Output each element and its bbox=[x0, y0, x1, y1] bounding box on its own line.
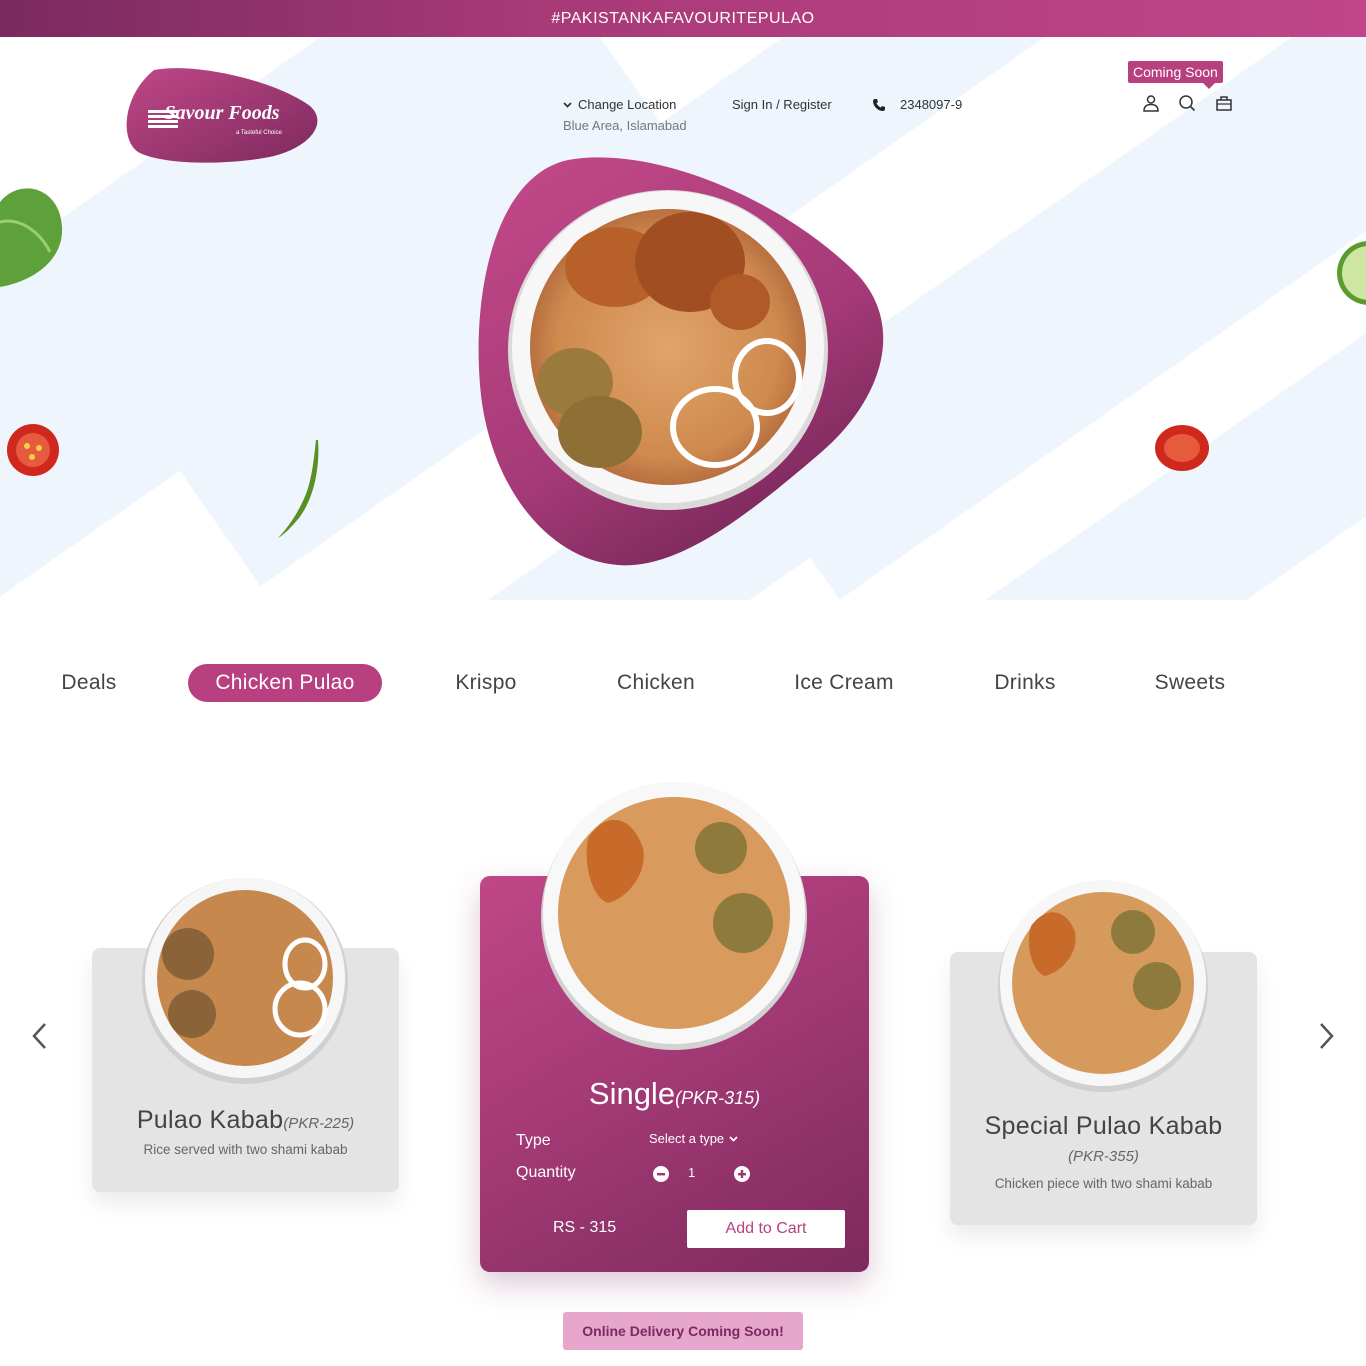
logo-tagline: a Tasteful Choice bbox=[236, 130, 282, 136]
total-price: RS - 315 bbox=[553, 1219, 617, 1236]
tab-chicken-pulao[interactable]: Chicken Pulao bbox=[188, 664, 382, 702]
account-button[interactable] bbox=[1142, 94, 1162, 114]
current-location: Blue Area, Islamabad bbox=[563, 118, 687, 133]
single-pulao-plate-image bbox=[541, 782, 807, 1050]
phone-icon bbox=[873, 98, 885, 111]
special-pulao-kabab-plate-image bbox=[998, 880, 1208, 1092]
phone-link[interactable]: 2348097-9 bbox=[872, 97, 962, 112]
cart-button[interactable] bbox=[1215, 94, 1235, 114]
cucumber-slice-image bbox=[1337, 241, 1366, 305]
plus-icon bbox=[738, 1170, 746, 1178]
product-price: (PKR-355) bbox=[1068, 1148, 1139, 1165]
search-icon bbox=[1179, 95, 1196, 112]
pulao-kabab-plate-image bbox=[142, 878, 348, 1084]
promo-banner-text: #PAKISTANKAFAVOURITEPULAO bbox=[551, 9, 815, 27]
product-description: Chicken piece with two shami kabab bbox=[994, 1176, 1213, 1191]
tomato-left-image bbox=[7, 424, 59, 476]
product-name: Single bbox=[588, 1076, 676, 1111]
green-chili-image bbox=[278, 440, 319, 538]
change-location-label: Change Location bbox=[578, 97, 677, 112]
change-location-button[interactable]: Change Location bbox=[563, 97, 676, 112]
product-title: Single(PKR-315) bbox=[480, 1076, 869, 1112]
quantity-label: Quantity bbox=[516, 1164, 576, 1181]
search-button[interactable] bbox=[1178, 94, 1198, 114]
lettuce-leaf-image bbox=[0, 188, 63, 287]
phone-number: 2348097-9 bbox=[900, 97, 963, 112]
logo-text: Savour Foods bbox=[164, 102, 280, 124]
tab-sweets[interactable]: Sweets bbox=[1142, 664, 1238, 702]
chevron-down-icon bbox=[729, 1135, 738, 1142]
coming-soon-tooltip: Coming Soon bbox=[1128, 61, 1223, 89]
bag-icon bbox=[1216, 96, 1232, 111]
carousel-prev-arrow-icon[interactable] bbox=[28, 1020, 52, 1052]
minus-icon bbox=[657, 1173, 665, 1176]
tomato-right-image bbox=[1155, 425, 1209, 471]
quantity-increase-button[interactable] bbox=[734, 1166, 750, 1182]
tab-ice-cream[interactable]: Ice Cream bbox=[782, 664, 906, 702]
carousel-next-arrow-icon[interactable] bbox=[1314, 1020, 1338, 1052]
type-label: Type bbox=[516, 1132, 551, 1149]
product-name: Pulao Kabab bbox=[136, 1106, 284, 1134]
delivery-notice-button[interactable]: Online Delivery Coming Soon! bbox=[563, 1312, 803, 1350]
type-select-value: Select a type bbox=[649, 1131, 725, 1146]
product-description: Rice served with two shami kabab bbox=[143, 1142, 348, 1157]
user-icon bbox=[1143, 95, 1159, 112]
page: #PAKISTANKAFAVOURITEPULAO Savour Foods a… bbox=[0, 0, 1366, 1366]
tab-krispo[interactable]: Krispo bbox=[444, 664, 528, 702]
tab-deals[interactable]: Deals bbox=[48, 664, 130, 702]
product-price: (PKR-225) bbox=[283, 1115, 355, 1132]
chevron-down-icon bbox=[563, 101, 572, 108]
quantity-value: 1 bbox=[688, 1165, 696, 1180]
tab-drinks[interactable]: Drinks bbox=[982, 664, 1068, 702]
hero-pulao-plate-image bbox=[508, 190, 828, 510]
category-tabs: Deals Chicken Pulao Krispo Chicken Ice C… bbox=[0, 664, 1366, 702]
product-price: (PKR-315) bbox=[675, 1088, 761, 1108]
add-to-cart-button[interactable]: Add to Cart bbox=[687, 1210, 845, 1248]
type-select[interactable]: Select a type bbox=[649, 1131, 738, 1146]
promo-banner: #PAKISTANKAFAVOURITEPULAO bbox=[0, 0, 1366, 37]
sign-in-register-link[interactable]: Sign In / Register bbox=[732, 97, 832, 112]
quantity-decrease-button[interactable] bbox=[653, 1166, 669, 1182]
product-title: Pulao Kabab(PKR-225) bbox=[92, 1106, 399, 1135]
product-name: Special Pulao Kabab bbox=[984, 1112, 1223, 1140]
brand-logo[interactable]: Savour Foods a Tasteful Choice bbox=[124, 66, 320, 164]
tab-chicken[interactable]: Chicken bbox=[603, 664, 709, 702]
